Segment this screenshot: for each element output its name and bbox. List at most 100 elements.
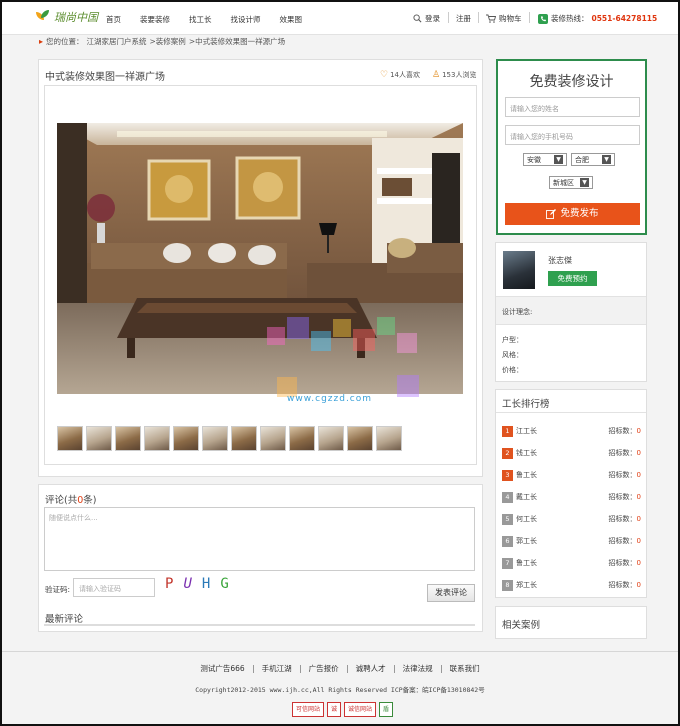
ranking-row[interactable]: 8 郑工长 招标数：0 <box>502 578 641 592</box>
nav-decorate[interactable]: 装要装修 <box>140 14 170 25</box>
footer-link[interactable]: 广告报价 <box>301 665 348 673</box>
ranking-row[interactable]: 5 何工长 招标数：0 <box>502 512 641 526</box>
breadcrumb-item-home[interactable]: 江湖家居门户系统 <box>87 36 147 47</box>
trusted-site-badge[interactable]: 可信网站 <box>292 702 325 717</box>
bid-count: 招标数：0 <box>609 536 641 546</box>
bid-label: 招标数： <box>608 449 637 457</box>
latest-comments-title: 最新评论 <box>45 614 84 625</box>
footer-link[interactable]: 测试广告666 <box>192 665 254 673</box>
foreman-name: 郑工长 <box>516 581 537 589</box>
foreman-name: 钱工长 <box>516 449 537 457</box>
person-icon: ♙ <box>432 70 441 80</box>
footer-link[interactable]: 手机江湖 <box>254 665 301 673</box>
breadcrumb-item-current: >中式装修效果图一祥源广场 <box>188 37 286 46</box>
nav-find-designer[interactable]: 找设计师 <box>231 14 261 25</box>
breadcrumb-item-cases[interactable]: >装修案例 <box>150 36 186 47</box>
captcha-label: 验证码: <box>45 585 71 594</box>
bid-value: 0 <box>636 581 641 589</box>
thumbnail[interactable] <box>260 426 286 451</box>
integrity-site-badge[interactable]: 诚信网站 <box>344 702 377 717</box>
rank-number: 7 <box>502 557 513 569</box>
ranking-row[interactable]: 7 鲁工长 招标数：0 <box>502 556 641 570</box>
thumbnail[interactable] <box>289 426 315 451</box>
chevron-down-icon: ▼ <box>580 178 589 187</box>
bid-label: 招标数： <box>608 493 637 501</box>
thumbnail[interactable] <box>231 426 257 451</box>
ranking-row[interactable]: 1 江工长 招标数：0 <box>502 424 641 438</box>
comment-textarea[interactable]: 随便说点什么... <box>44 507 475 571</box>
login-link[interactable]: 登录 <box>413 13 440 24</box>
footer-link[interactable]: 法律法规 <box>395 665 442 673</box>
city-select[interactable]: 合肥 ▼ <box>571 153 615 166</box>
designer-name[interactable]: 张志傑 <box>548 255 572 266</box>
copyright: Copyright2012-2015 www.ijh.cc,All Rights… <box>195 686 485 694</box>
ranking-row[interactable]: 6 郭工长 招标数：0 <box>502 534 641 548</box>
thumbnail[interactable] <box>376 426 402 451</box>
ranking-row[interactable]: 4 戴工长 招标数：0 <box>502 490 641 504</box>
ranking-row[interactable]: 3 鲁工长 招标数：0 <box>502 468 641 482</box>
price-label: 价格： <box>502 366 523 374</box>
free-booking-button[interactable]: 免费预约 <box>548 271 597 286</box>
divider <box>529 12 530 23</box>
bid-value: 0 <box>636 427 641 435</box>
phone-input[interactable]: 请输入您的手机号码 <box>505 125 640 145</box>
free-publish-label: 免费发布 <box>560 208 599 219</box>
province-select[interactable]: 安徽 ▼ <box>523 153 567 166</box>
bid-value: 0 <box>636 493 641 501</box>
thumbnail[interactable] <box>202 426 228 451</box>
bid-value: 0 <box>636 559 641 567</box>
shield-badge[interactable]: 盾 <box>379 702 394 717</box>
main-nav: 首页 装要装修 找工长 找设计师 效果图 <box>106 14 321 25</box>
divider <box>496 412 646 413</box>
foreman-name: 何工长 <box>516 515 537 523</box>
form-title: 免费装修设计 <box>529 74 614 90</box>
likes-count[interactable]: ♡ 14人喜欢 <box>380 70 420 80</box>
views-label: 153人浏览 <box>442 71 477 79</box>
page-frame: 瑞尚中国 首页 装要装修 找工长 找设计师 效果图 登录 注册 购物车 装修热线… <box>0 0 680 726</box>
bid-label: 招标数： <box>608 559 637 567</box>
rank-number: 3 <box>502 469 513 481</box>
divider <box>44 624 475 626</box>
divider <box>448 12 449 23</box>
thumbnail[interactable] <box>86 426 112 451</box>
hotline-label: 装修热线： <box>551 14 589 23</box>
ranking-row[interactable]: 2 钱工长 招标数：0 <box>502 446 641 460</box>
designer-avatar[interactable] <box>503 251 535 289</box>
likes-label: 14人喜欢 <box>390 71 420 79</box>
captcha-char: H <box>201 576 221 592</box>
nav-home[interactable]: 首页 <box>106 14 121 25</box>
bid-value: 0 <box>636 449 641 457</box>
thumbnail[interactable] <box>115 426 141 451</box>
district-select[interactable]: 新城区 ▼ <box>549 176 593 189</box>
bid-count: 招标数：0 <box>609 426 641 436</box>
footer-link[interactable]: 联系我们 <box>442 665 488 673</box>
chevron-down-icon: ▼ <box>602 155 611 164</box>
divider <box>478 12 479 23</box>
captcha-image[interactable]: PUHG <box>165 576 239 592</box>
bid-value: 0 <box>636 471 641 479</box>
name-input[interactable]: 请输入您的姓名 <box>505 97 640 117</box>
foreman-name: 戴工长 <box>516 493 537 501</box>
register-link[interactable]: 注册 <box>456 13 471 24</box>
bid-value: 0 <box>636 515 641 523</box>
integrity-badge[interactable]: 诚 <box>327 702 342 717</box>
footer-link[interactable]: 诚聘人才 <box>348 665 395 673</box>
cart-link[interactable]: 购物车 <box>486 13 522 24</box>
thumbnail[interactable] <box>347 426 373 451</box>
thumbnail[interactable] <box>318 426 344 451</box>
nav-renderings[interactable]: 效果图 <box>280 14 303 25</box>
site-logo[interactable]: 瑞尚中国 <box>36 9 98 25</box>
phone-icon <box>538 13 548 24</box>
thumbnail[interactable] <box>57 426 83 451</box>
rank-number: 8 <box>502 579 513 591</box>
city-value: 合肥 <box>575 155 589 164</box>
thumbnail[interactable] <box>173 426 199 451</box>
thumbnail[interactable] <box>144 426 170 451</box>
submit-comment-button[interactable]: 发表评论 <box>427 584 475 602</box>
free-publish-button[interactable]: 免费发布 <box>505 203 640 225</box>
hotline-number: 0551-64278115 <box>591 14 658 23</box>
rank-number: 5 <box>502 513 513 525</box>
nav-find-foreman[interactable]: 找工长 <box>189 14 212 25</box>
hotline: 装修热线： 0551-64278115 <box>538 13 657 24</box>
captcha-input[interactable]: 请输入验证码 <box>73 578 155 597</box>
